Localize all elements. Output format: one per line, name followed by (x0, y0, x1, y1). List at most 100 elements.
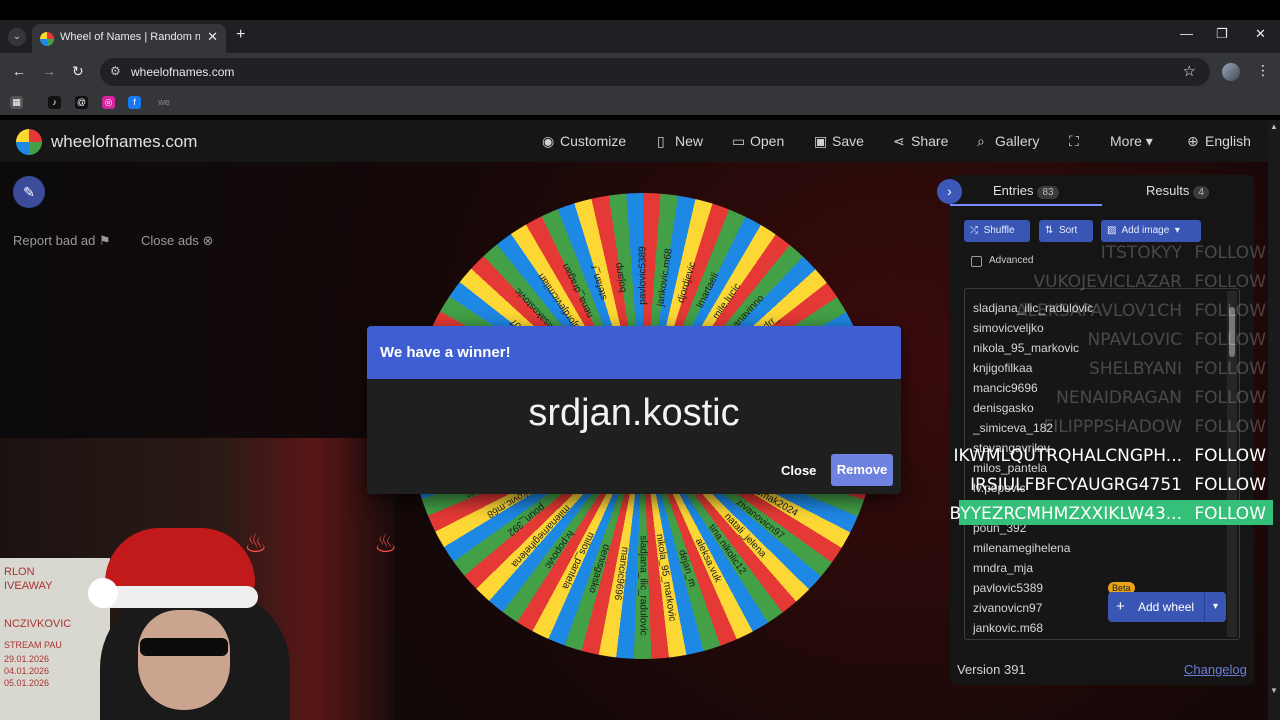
entry-line[interactable]: milenamegihelena (973, 541, 1070, 555)
nav-share[interactable]: ⋖ Share (893, 133, 948, 150)
whiteboard-line: 04.01.2026 (4, 666, 50, 676)
globe-icon: ⊕ (1187, 133, 1199, 149)
folder-icon: ▭ (732, 133, 746, 149)
chat-action: FOLLOW (1194, 359, 1266, 379)
back-arrow-icon[interactable]: ← (12, 63, 26, 79)
logo-wheel-icon[interactable] (16, 129, 42, 155)
santa-hat-pompom (88, 578, 118, 608)
whiteboard-line: STREAM PAU (4, 640, 62, 650)
bookmarks-bar: ▦ ♪ @ ◎ f we (0, 91, 1280, 115)
nav-new[interactable]: ▯ New (657, 133, 703, 150)
new-tab-plus-icon[interactable]: + (236, 26, 245, 44)
nav-language[interactable]: ⊕ English (1187, 133, 1251, 150)
entry-line[interactable]: jankovic.m68 (973, 621, 1043, 635)
nav-save[interactable]: ▣ Save (814, 133, 864, 150)
chat-username: IKWMLQUTRQHALCNGPH... (953, 446, 1183, 466)
edit-pencil-icon[interactable]: ✎ (13, 176, 45, 208)
entry-line[interactable]: mndra_mja (973, 561, 1033, 575)
browser-menu-icon[interactable]: ⋮ (1256, 62, 1270, 79)
nav-open[interactable]: ▭ Open (732, 133, 784, 150)
entry-line[interactable]: zivanovicn97 (973, 601, 1042, 615)
tab-entries[interactable]: Entries 83 (993, 183, 1059, 199)
close-ads[interactable]: Close ads ⊗ (141, 233, 213, 249)
chat-message: IKWMLQUTRQHALCNGPH... FOLLOW (954, 446, 1272, 468)
top-strip (0, 0, 1280, 20)
chat-username: VUKOJEVICLAZAR (1033, 272, 1182, 292)
minimize-icon[interactable]: — (1180, 26, 1193, 41)
add-wheel-dropdown-icon[interactable]: ▾ (1204, 592, 1226, 622)
neon-flame-icon: ♨ (374, 528, 395, 558)
restore-icon[interactable]: ❐ (1216, 26, 1228, 42)
collapse-panel-chevron-icon[interactable]: › (937, 179, 962, 204)
chat-action: FOLLOW (1194, 272, 1266, 292)
dialog-header: We have a winner! (367, 326, 901, 379)
share-icon: ⋖ (893, 133, 905, 149)
chevron-down-icon: ▾ (1145, 133, 1153, 149)
scroll-down-icon[interactable]: ▼ (1270, 686, 1278, 695)
entries-count-badge: 83 (1037, 186, 1059, 199)
tiktok-icon[interactable]: ♪ (48, 96, 61, 109)
plus-icon: + (1116, 598, 1125, 615)
threads-icon[interactable]: @ (75, 96, 88, 109)
version-label: Version 391 (957, 662, 1026, 677)
add-image-button[interactable]: ▨ Add image ▾ (1101, 220, 1201, 242)
chat-action: FOLLOW (1194, 301, 1266, 321)
chat-username: IRSIULFBFCYAUGRG4751 (970, 475, 1182, 495)
search-icon: ⌕ (977, 133, 985, 149)
remove-button[interactable]: Remove (831, 454, 893, 486)
flag-icon: ⚑ (99, 233, 111, 248)
chat-message: SHELBYANI FOLLOW (960, 359, 1272, 381)
nav-customize[interactable]: ◉ Customize (542, 133, 626, 150)
chat-username: NPAVLOVIC (1087, 330, 1182, 350)
reload-icon[interactable]: ↻ (72, 63, 84, 80)
site-favicon-icon (40, 32, 54, 46)
forward-arrow-icon[interactable]: → (42, 63, 56, 79)
tab-results[interactable]: Results 4 (1146, 183, 1209, 199)
chat-message: ITSTOKYY FOLLOW (960, 243, 1272, 265)
file-icon: ▯ (657, 133, 665, 149)
chat-username: SHELBYANI (1089, 359, 1182, 379)
fullscreen-icon[interactable]: ⛶ (1069, 133, 1079, 150)
bookmark-star-icon[interactable]: ☆ (1183, 62, 1196, 80)
entry-line[interactable]: pavlovic5389 (973, 581, 1043, 595)
apps-grid-icon[interactable]: ▦ (10, 96, 23, 109)
we-bookmark-icon[interactable]: we (154, 96, 174, 109)
dialog-title: We have a winner! (380, 344, 511, 361)
site-name[interactable]: wheelofnames.com (51, 132, 197, 152)
webcam-overlay: RLON IVEAWAY NCZIVKOVIC STREAM PAU 29.01… (0, 438, 395, 720)
save-disk-icon: ▣ (814, 133, 828, 149)
browser-tab[interactable]: Wheel of Names | Random name picker ✕ (32, 24, 226, 53)
image-icon: ▨ (1107, 225, 1117, 236)
scroll-up-icon[interactable]: ▲ (1270, 122, 1278, 131)
browser-tab-bar: ⌄ Wheel of Names | Random name picker ✕ … (0, 20, 1280, 53)
winner-dialog: We have a winner! srdjan.kostic Close Re… (367, 326, 901, 494)
chat-action: FOLLOW (1194, 504, 1266, 524)
url-omnibox[interactable]: ⚙ wheelofnames.com ☆ (100, 58, 1210, 86)
report-bad-ad[interactable]: Report bad ad ⚑ (13, 233, 111, 249)
chat-message: ALEKSAPAVLOV1CH FOLLOW (960, 301, 1272, 323)
facebook-icon[interactable]: f (128, 96, 141, 109)
shuffle-button[interactable]: ⤮ Shuffle (964, 220, 1030, 242)
sunglasses (140, 638, 228, 656)
wheel-slice-label: pavlovic5389 (637, 246, 649, 305)
add-wheel-button[interactable]: + Add wheel ▾ (1108, 592, 1226, 622)
close-circle-icon: ⊗ (202, 233, 214, 248)
window-close-icon[interactable]: ✕ (1255, 26, 1266, 42)
changelog-link[interactable]: Changelog (1184, 662, 1247, 677)
url-text[interactable]: wheelofnames.com (131, 65, 234, 79)
close-button[interactable]: Close (781, 463, 816, 478)
chat-message: NENAIDRAGAN FOLLOW (960, 388, 1272, 410)
tab-close-icon[interactable]: ✕ (207, 29, 218, 45)
nav-gallery[interactable]: ⌕ Gallery (977, 133, 1039, 150)
sort-button[interactable]: ⇅ Sort (1039, 220, 1093, 242)
address-bar: ← → ↻ ⚙ wheelofnames.com ☆ (0, 53, 1280, 91)
nav-more[interactable]: More ▾ (1110, 133, 1153, 150)
whiteboard-line: IVEAWAY (4, 580, 53, 592)
instagram-icon[interactable]: ◎ (102, 96, 115, 109)
chat-username: ALEKSAPAVLOV1CH (1015, 301, 1182, 321)
chat-action: FOLLOW (1194, 243, 1266, 263)
profile-avatar[interactable] (1222, 63, 1240, 81)
site-info-icon[interactable]: ⚙ (110, 64, 121, 78)
tab-search-chevron-icon[interactable]: ⌄ (8, 28, 26, 46)
chat-message: NPAVLOVIC FOLLOW (960, 330, 1272, 352)
